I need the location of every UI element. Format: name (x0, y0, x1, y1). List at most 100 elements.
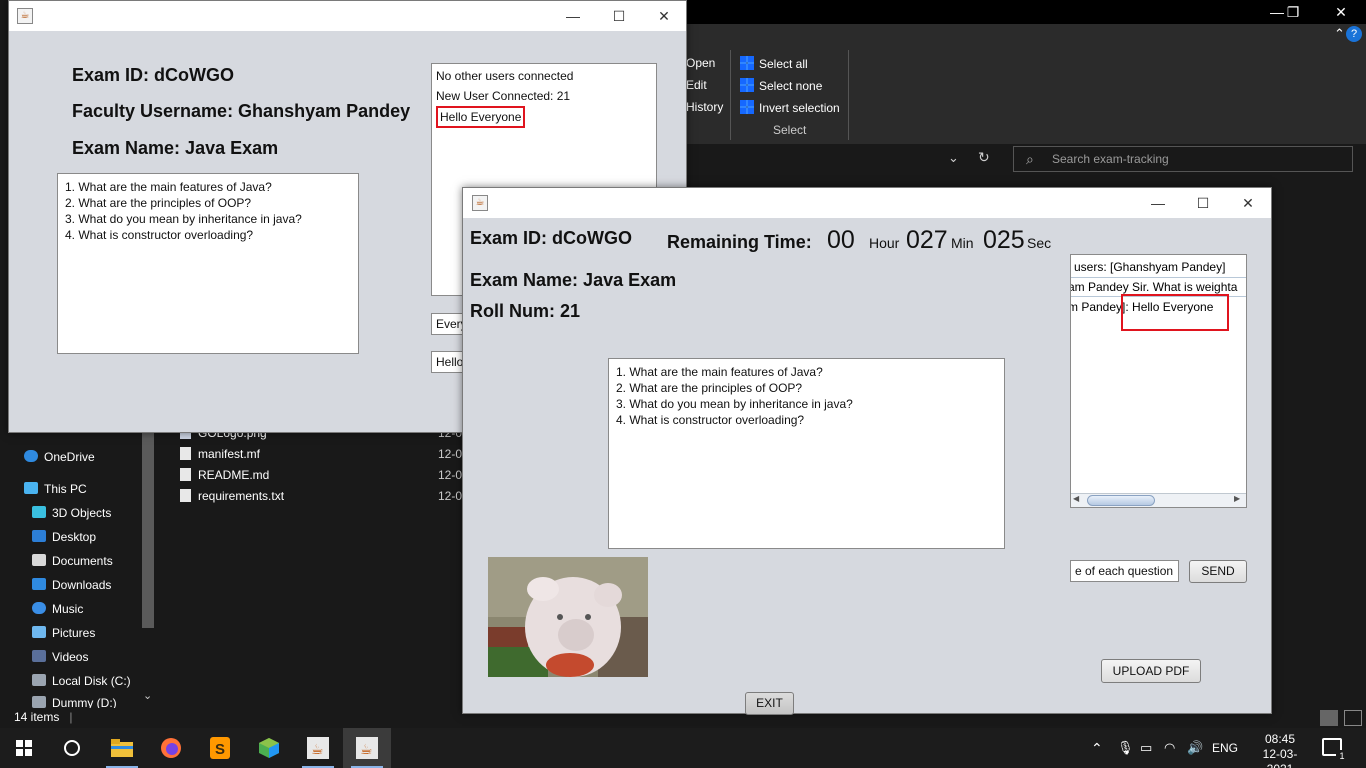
invert-selection-button[interactable]: Invert selection (740, 100, 840, 115)
navigation-scrollbar[interactable] (142, 432, 154, 628)
microphone-icon[interactable]: 🎙 (1117, 728, 1134, 768)
document-icon (32, 554, 46, 566)
close-icon[interactable]: ✕ (1233, 192, 1263, 214)
download-icon (32, 578, 46, 590)
nav-item-downloads[interactable]: Downloads (32, 578, 111, 592)
picture-icon (32, 626, 46, 638)
minimize-icon[interactable]: — (558, 5, 588, 27)
select-none-label: Select none (759, 79, 823, 93)
nav-item-dummy-disk[interactable]: Dummy (D:) (32, 696, 117, 708)
minimize-icon[interactable]: — (1143, 192, 1173, 214)
nav-item-local-disk[interactable]: Local Disk (C:) (32, 674, 131, 688)
file-item[interactable]: README.md (180, 468, 269, 482)
ribbon-open-button[interactable]: Open (686, 56, 715, 70)
chat-horizontal-scrollbar[interactable]: ◀ ▶ (1071, 493, 1246, 507)
nav-item-pictures[interactable]: Pictures (32, 626, 95, 640)
file-item[interactable]: manifest.mf (180, 447, 260, 461)
upload-pdf-button[interactable]: UPLOAD PDF (1101, 659, 1201, 683)
music-icon (32, 602, 46, 614)
taskbar-java-app-2[interactable]: ☕ (343, 728, 391, 768)
large-icons-view-icon[interactable] (1344, 710, 1362, 726)
taskbar-sublime[interactable]: S (196, 728, 244, 768)
language-indicator[interactable]: ENG (1212, 728, 1238, 768)
remaining-time-label: Remaining Time: (667, 232, 812, 252)
ribbon-edit-button[interactable]: Edit (686, 78, 707, 92)
send-button[interactable]: SEND (1189, 560, 1247, 583)
search-button[interactable] (48, 728, 96, 768)
details-view-icon[interactable] (1320, 710, 1338, 726)
maximize-icon[interactable]: ☐ (1188, 192, 1218, 214)
min-unit-label: Min (951, 235, 974, 251)
nav-item-label: Dummy (D:) (52, 696, 117, 708)
taskbar-file-explorer[interactable] (98, 728, 146, 768)
ribbon-history-button[interactable]: History (686, 100, 723, 114)
scroll-down-icon[interactable]: ⌄ (143, 689, 152, 702)
faculty-window-titlebar: ☕ — ☐ ✕ (9, 1, 686, 31)
address-dropdown-icon[interactable]: ⌄ (948, 150, 959, 166)
nav-item-label: Pictures (52, 626, 96, 640)
taskbar-firefox[interactable] (147, 728, 195, 768)
scrollbar-thumb[interactable] (1087, 495, 1155, 506)
taskbar-java-app-1[interactable]: ☕ (294, 728, 342, 768)
questions-textarea[interactable]: 1. What are the main features of Java? 2… (608, 358, 1005, 549)
webcam-feed (488, 557, 648, 677)
ribbon-divider (730, 50, 731, 140)
select-none-button[interactable]: Select none (740, 78, 822, 93)
java-icon: ☕ (307, 737, 329, 759)
nav-item-this-pc[interactable]: This PC (24, 482, 87, 496)
chat-line: users: [Ghanshyam Pandey] (1074, 260, 1226, 274)
nav-item-3d-objects[interactable]: 3D Objects (32, 506, 111, 520)
log-line: No other users connected (436, 69, 574, 83)
scroll-left-icon[interactable]: ◀ (1073, 494, 1079, 503)
desktop-icon (32, 530, 46, 542)
tray-overflow-icon[interactable]: ⌃ (1091, 728, 1103, 768)
exam-name-label: Exam Name: Java Exam (72, 138, 279, 158)
chat-message-input[interactable]: e of each question (1070, 560, 1179, 582)
file-date: 12-0 (438, 468, 463, 482)
taskbar-box-app[interactable] (245, 728, 293, 768)
chat-panel[interactable]: users: [Ghanshyam Pandey] am Pandey Sir.… (1070, 254, 1247, 508)
exit-button[interactable]: EXIT (745, 692, 794, 715)
scroll-right-icon[interactable]: ▶ (1234, 494, 1240, 503)
clock-date: 12-03-2021 (1262, 747, 1298, 768)
maximize-icon[interactable]: ☐ (604, 5, 634, 27)
select-all-button[interactable]: Select all (740, 56, 808, 71)
volume-icon[interactable]: 🔊 (1187, 728, 1203, 768)
explorer-titlebar: — ❐ ✕ (686, 0, 1366, 24)
nav-item-label: Local Disk (C:) (52, 674, 131, 688)
refresh-icon[interactable]: ↻ (978, 149, 990, 166)
faculty-username-label: Faculty Username: Ghanshyam Pandey (72, 101, 411, 121)
search-input[interactable]: ⌕ Search exam-tracking (1013, 146, 1353, 172)
cube-icon (32, 506, 46, 518)
search-placeholder: Search exam-tracking (1052, 152, 1169, 166)
restore-icon[interactable]: ❐ (1278, 2, 1308, 22)
invert-selection-label: Invert selection (759, 101, 840, 115)
file-item[interactable]: requirements.txt (180, 489, 284, 503)
nav-item-desktop[interactable]: Desktop (32, 530, 96, 544)
nav-item-label: Music (52, 602, 84, 616)
nav-item-documents[interactable]: Documents (32, 554, 113, 568)
question-line: 4. What is constructor overloading? (65, 228, 254, 242)
java-icon: ☕ (17, 8, 33, 24)
cortana-icon (64, 740, 80, 756)
nav-item-onedrive[interactable]: OneDrive (24, 450, 95, 464)
battery-icon[interactable]: ▭ (1140, 728, 1152, 768)
close-icon[interactable]: ✕ (649, 5, 679, 27)
svg-text:S: S (215, 741, 225, 758)
clock[interactable]: 08:45 12-03-2021 (1250, 732, 1310, 768)
log-line-highlighted: Hello Everyone (436, 106, 526, 128)
questions-textarea[interactable]: 1. What are the main features of Java? 2… (57, 173, 359, 354)
close-icon[interactable]: ✕ (1326, 2, 1356, 22)
nav-item-music[interactable]: Music (32, 602, 83, 616)
nav-item-label: 3D Objects (52, 506, 112, 520)
notification-icon[interactable]: 1 (1322, 738, 1348, 762)
java-icon: ☕ (472, 195, 488, 211)
taskbar: S ☕ ☕ ⌃ 🎙 ▭ ◠ 🔊 ENG 08:45 12-03-2021 1 (0, 728, 1366, 768)
wifi-icon[interactable]: ◠ (1164, 728, 1175, 768)
help-icon[interactable]: ? (1346, 26, 1362, 42)
clock-time: 08:45 (1264, 732, 1296, 746)
start-button[interactable] (0, 728, 48, 768)
nav-item-videos[interactable]: Videos (32, 650, 88, 664)
student-window-titlebar: ☕ — ☐ ✕ (463, 188, 1271, 218)
collapse-ribbon-icon[interactable]: ⌃ (1334, 26, 1345, 42)
